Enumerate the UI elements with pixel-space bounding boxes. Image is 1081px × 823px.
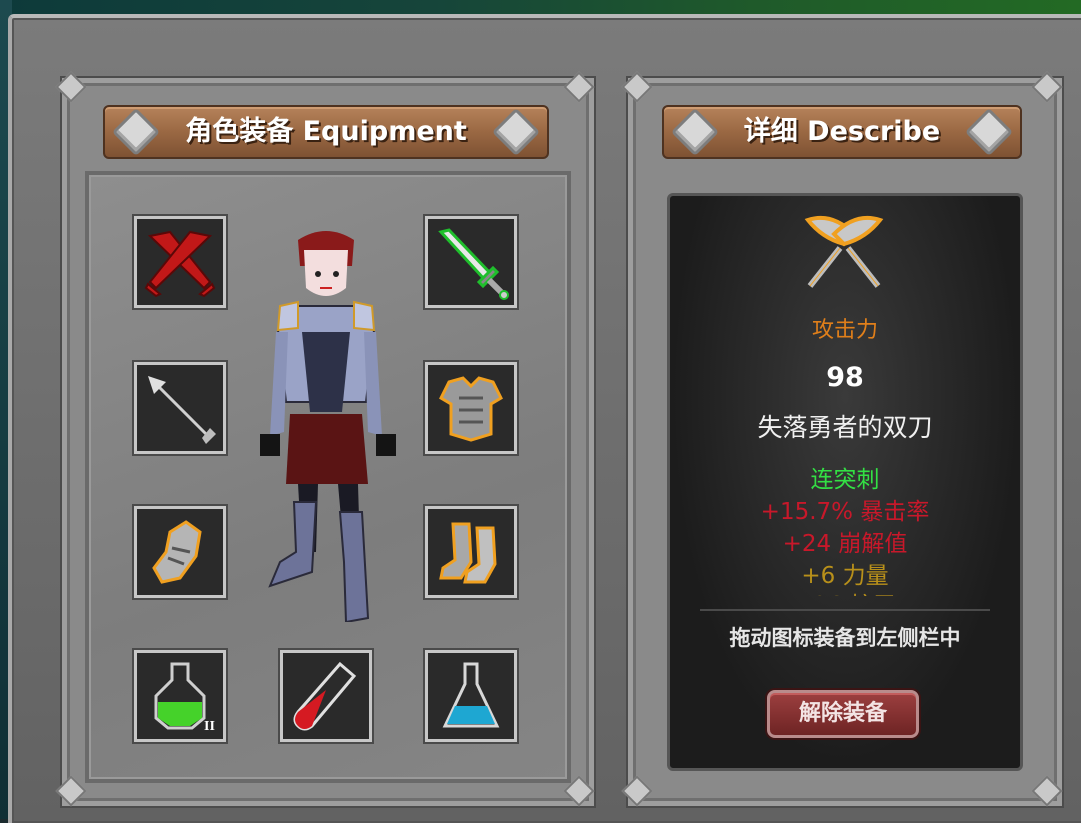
blue-flask-icon [442, 662, 500, 728]
item-detail-box: 攻击力 98 失落勇者的双刀 连突刺 +15.7% 暴击率 +24 崩解值 +6… [667, 193, 1023, 771]
boots-icon [439, 522, 497, 584]
describe-title: 详细 Describe [743, 116, 941, 147]
unequip-button[interactable]: 解除装备 [767, 690, 919, 738]
slot-weapon-right[interactable] [425, 216, 517, 308]
bonus-line: +24 崩解值 [782, 531, 908, 557]
item-skill: 连突刺 [810, 467, 880, 493]
green-potion-icon: II [154, 662, 215, 734]
gem-icon [964, 107, 1014, 157]
slot-gloves[interactable] [134, 506, 226, 598]
chest-armor-icon [439, 376, 503, 442]
svg-text:II: II [204, 719, 215, 734]
equipment-title: 角色装备 Equipment [185, 116, 467, 147]
equipment-title-banner: 角色装备 Equipment [103, 105, 549, 159]
arrow-icon [148, 376, 216, 444]
divider [700, 609, 990, 611]
slot-armor[interactable] [425, 362, 517, 454]
drag-hint: 拖动图标装备到左侧栏中 [729, 626, 961, 650]
slot-weapon-left[interactable] [134, 216, 226, 308]
slot-ranged[interactable] [134, 362, 226, 454]
crossed-swords-icon [144, 230, 216, 298]
gauntlet-icon [152, 520, 202, 584]
character-model [260, 231, 396, 622]
bonus-line: +26 护甲 [670, 586, 1020, 596]
gem-icon [491, 107, 541, 157]
gem-icon [670, 107, 720, 157]
slot-boots[interactable] [425, 506, 517, 598]
describe-title-banner: 详细 Describe [662, 105, 1022, 159]
crossed-blades-icon [804, 215, 884, 288]
red-vial-icon [293, 661, 357, 731]
bonus-line: +6 力量 [801, 563, 889, 589]
gem-icon [111, 107, 161, 157]
sword-icon [438, 228, 509, 300]
slot-potion-2[interactable] [280, 650, 372, 742]
slot-potion-3[interactable] [425, 650, 517, 742]
stat-label: 攻击力 [811, 318, 878, 343]
bonus-line: +15.7% 暴击率 [760, 499, 930, 525]
stat-value: 98 [826, 362, 864, 393]
item-name: 失落勇者的双刀 [757, 413, 933, 442]
slot-potion-1[interactable]: II [134, 650, 226, 742]
item-attributes-scroll[interactable]: 连突刺 +15.7% 暴击率 +24 崩解值 +6 力量 +26 护甲 [670, 458, 1020, 596]
